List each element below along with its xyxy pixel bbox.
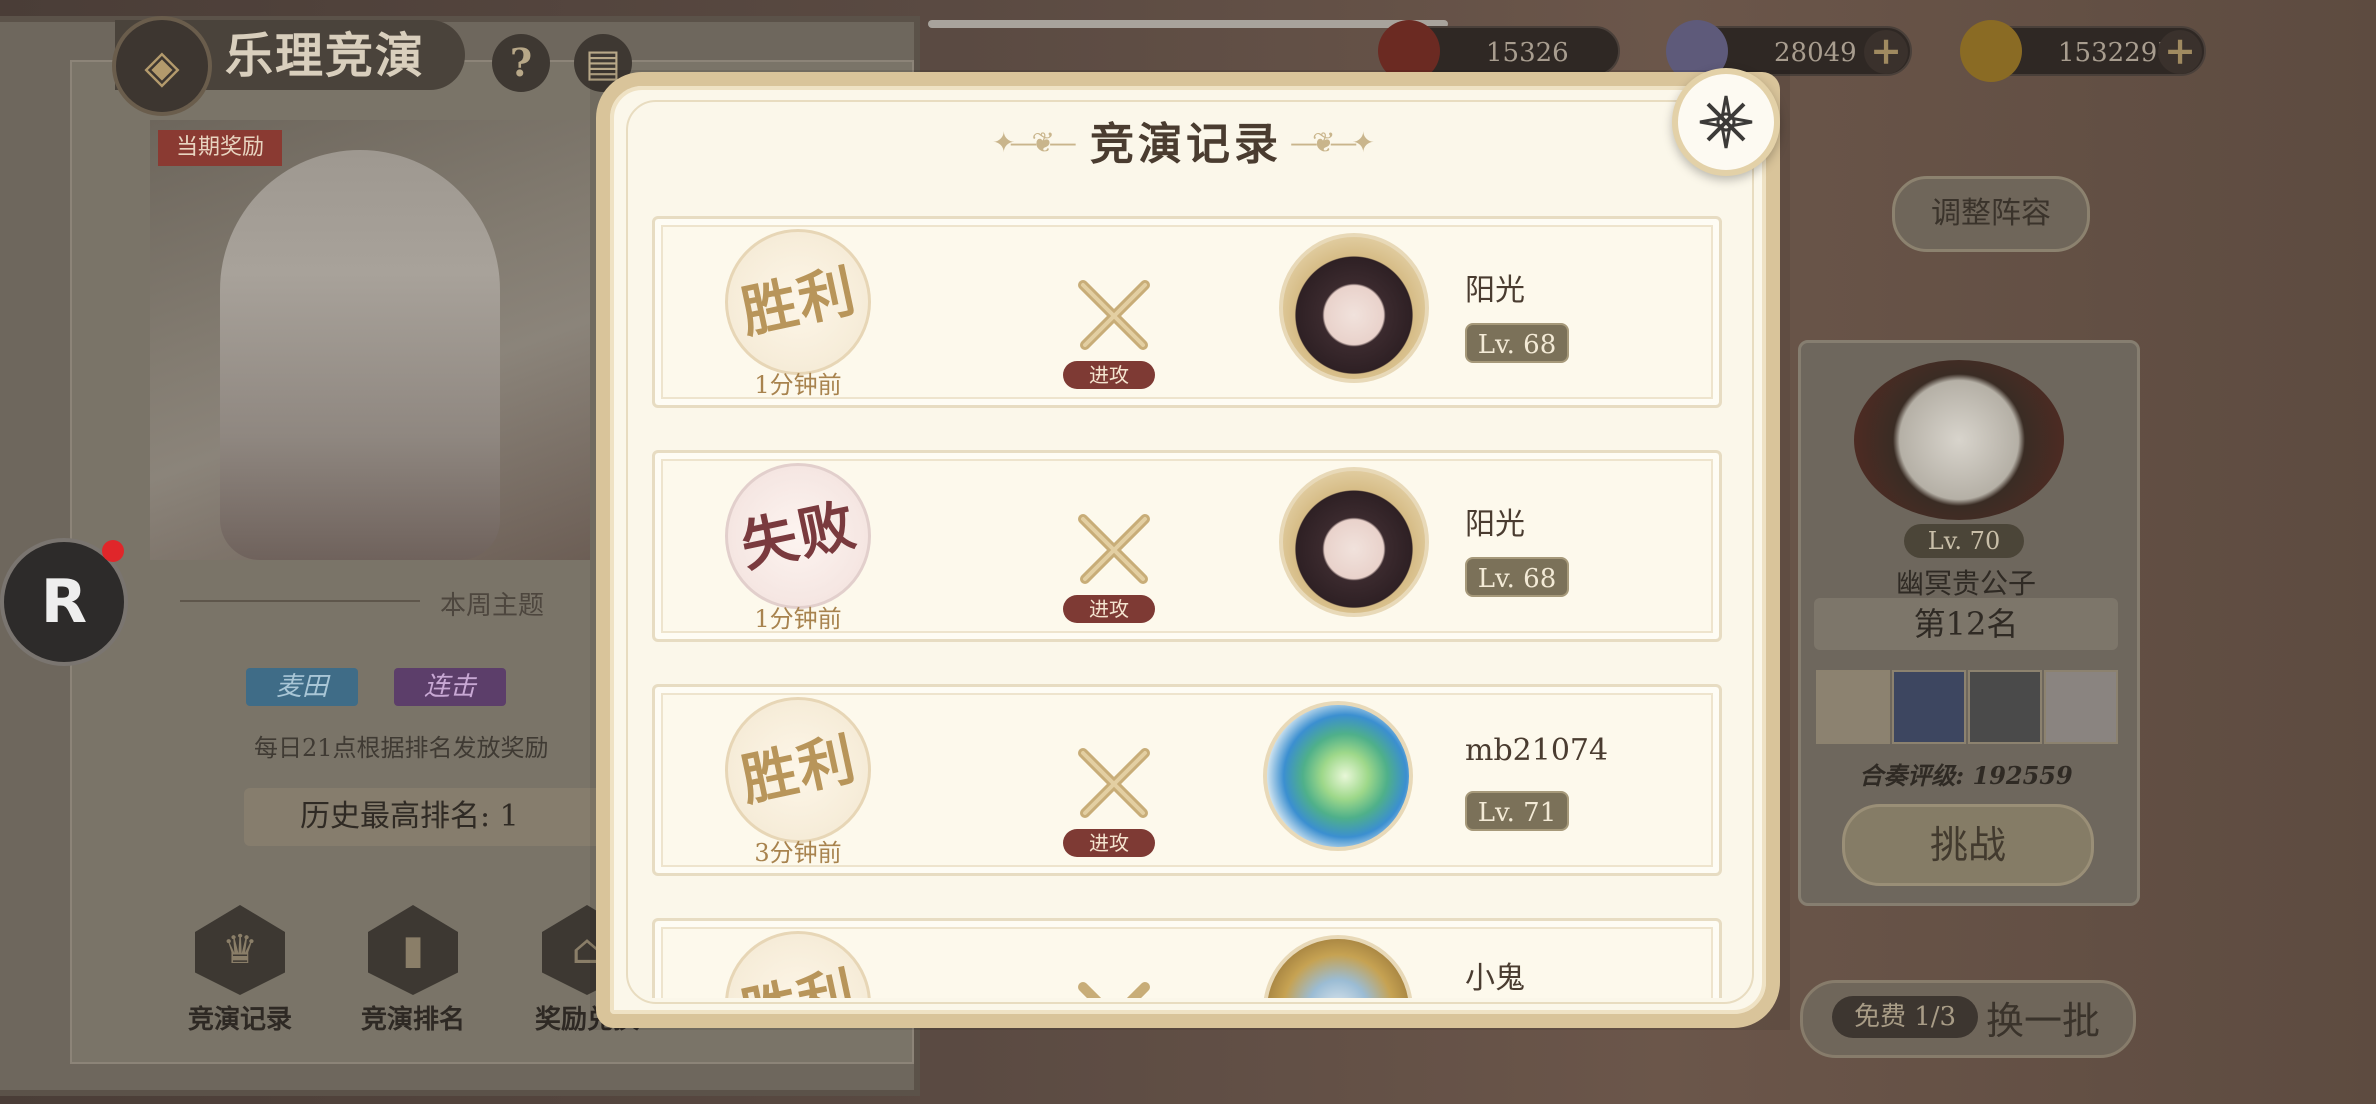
attack-tag: 进攻 bbox=[1063, 595, 1155, 623]
opponent-avatar bbox=[1854, 360, 2064, 520]
nav-label: 竞演记录 bbox=[187, 1005, 292, 1035]
title-ornament-right-icon: —❦—✦ bbox=[1290, 126, 1375, 159]
record-time: 1分钟前 bbox=[754, 371, 842, 399]
player-name: mb21074 bbox=[1465, 733, 1609, 768]
player-avatar[interactable] bbox=[1279, 467, 1429, 617]
ensemble-rating: 合奏评级: 192559 bbox=[1859, 761, 2073, 790]
reward-character-figure bbox=[220, 150, 500, 560]
opponent-level: Lv. 70 bbox=[1904, 524, 2024, 558]
crossed-swords-icon bbox=[1078, 514, 1150, 584]
current-reward-tag: 当期奖励 bbox=[158, 130, 283, 166]
add-crystal-button[interactable]: + bbox=[1864, 30, 1908, 74]
opponent-name: 幽冥贵公子 bbox=[1895, 567, 2036, 600]
player-name: 小鬼 bbox=[1465, 961, 1525, 996]
record-time: 3分钟前 bbox=[754, 839, 842, 867]
record-row: 胜利 1分钟前 进攻 阳光 Lv. 68 bbox=[652, 216, 1722, 408]
crossed-swords-icon bbox=[1078, 748, 1150, 818]
trophy-icon: ♛ bbox=[195, 905, 285, 995]
back-logo-icon[interactable]: ◈ bbox=[112, 16, 212, 116]
nav-arena-ranking[interactable]: ▮ 竞演排名 bbox=[353, 905, 473, 1036]
record-time: 1分钟前 bbox=[754, 605, 842, 633]
page-title: 乐理竞演 bbox=[225, 28, 426, 84]
refresh-label: 换一批 bbox=[1986, 999, 2101, 1043]
record-row: 胜利 小鬼 bbox=[652, 918, 1722, 998]
player-name: 阳光 bbox=[1465, 273, 1525, 308]
top-drag-handle[interactable] bbox=[928, 20, 1448, 28]
opponent-rank: 第12名 bbox=[1814, 598, 2118, 650]
crossed-swords-icon bbox=[1078, 280, 1150, 350]
crossed-swords-icon bbox=[1078, 982, 1150, 998]
free-refresh-count: 免费 1/3 bbox=[1832, 996, 1978, 1038]
player-avatar[interactable] bbox=[1263, 701, 1413, 851]
records-list[interactable]: 胜利 1分钟前 进攻 阳光 Lv. 68 失败 1分钟前 进攻 阳光 Lv. 6… bbox=[640, 200, 1740, 998]
player-level: Lv. 71 bbox=[1465, 791, 1569, 831]
daily-reward-text: 每日21点根据排名发放奖励 bbox=[254, 734, 549, 762]
theme-chip-lianji: 连击 bbox=[394, 668, 506, 706]
nav-label: 竞演排名 bbox=[360, 1005, 465, 1035]
player-level: Lv. 68 bbox=[1465, 557, 1569, 597]
challenge-button[interactable]: 挑战 bbox=[1842, 804, 2094, 886]
bar-chart-icon: ▮ bbox=[368, 905, 458, 995]
player-level: Lv. 68 bbox=[1465, 323, 1569, 363]
team-member-thumb bbox=[1968, 670, 2042, 744]
team-member-thumb bbox=[1892, 670, 1966, 744]
player-name: 阳光 bbox=[1465, 507, 1525, 542]
help-button[interactable]: ? bbox=[492, 34, 550, 92]
close-icon bbox=[1699, 95, 1753, 149]
team-member-thumb bbox=[2044, 670, 2118, 744]
close-button[interactable] bbox=[1672, 68, 1780, 176]
resource-value: 1532297 bbox=[2058, 38, 2174, 68]
nav-arena-records[interactable]: ♛ 竞演记录 bbox=[180, 905, 300, 1036]
record-row: 胜利 3分钟前 进攻 mb21074 Lv. 71 bbox=[652, 684, 1722, 876]
player-avatar[interactable] bbox=[1263, 935, 1413, 998]
best-rank-bar: 历史最高排名: 1 bbox=[244, 788, 604, 846]
attack-tag: 进攻 bbox=[1063, 361, 1155, 389]
resource-ticket-bar: 15326 bbox=[1378, 20, 1620, 82]
adjust-lineup-button[interactable]: 调整阵容 bbox=[1892, 176, 2090, 252]
resource-gold-bar: 1532297 + bbox=[1960, 20, 2206, 82]
add-gold-button[interactable]: + bbox=[2158, 30, 2202, 74]
team-member-thumb bbox=[1816, 670, 1890, 744]
gold-coin-icon bbox=[1960, 20, 2022, 82]
record-row: 失败 1分钟前 进攻 阳光 Lv. 68 bbox=[652, 450, 1722, 642]
theme-divider-left bbox=[180, 600, 420, 602]
attack-tag: 进攻 bbox=[1063, 829, 1155, 857]
player-avatar[interactable] bbox=[1279, 233, 1429, 383]
weekly-theme-label: 本周主题 bbox=[440, 591, 545, 621]
theme-chip-maitian: 麦田 bbox=[246, 668, 358, 706]
notification-dot bbox=[102, 540, 124, 562]
resource-crystal-bar: 28049 + bbox=[1666, 20, 1912, 82]
